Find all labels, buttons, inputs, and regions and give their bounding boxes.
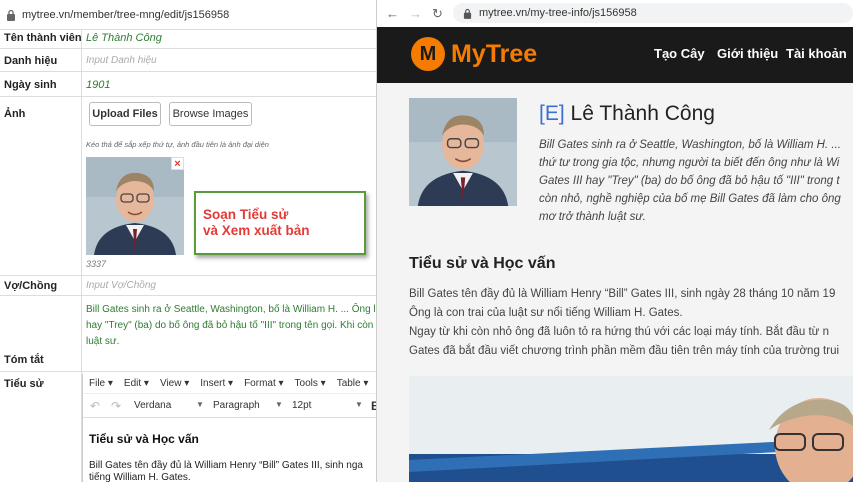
editor-line: Bill Gates tên đầy đủ là William Henry “…	[89, 460, 363, 471]
lock-icon	[463, 8, 472, 19]
spouse-label: Vợ/Chồng	[4, 280, 58, 292]
menu-view[interactable]: View ▾	[160, 378, 189, 389]
left-url-text: mytree.vn/member/tree-mng/edit/js156958	[22, 8, 230, 21]
menu-insert[interactable]: Insert ▾	[200, 378, 233, 389]
remove-photo-icon[interactable]: ×	[171, 157, 184, 170]
photo-thumbnail[interactable]	[86, 157, 184, 255]
font-family-select[interactable]: Verdana	[134, 400, 171, 411]
right-url-text: mytree.vn/my-tree-info/js156958	[479, 7, 637, 19]
profile-portrait	[409, 98, 517, 206]
profile-summary: Bill Gates sinh ra ở Seattle, Washington…	[539, 136, 853, 226]
birth-value[interactable]: 1901	[86, 79, 110, 91]
menu-file[interactable]: File ▾	[89, 378, 113, 389]
section-line: Bill Gates tên đầy đủ là William Henry “…	[409, 288, 836, 300]
article-photo-image	[409, 376, 853, 482]
callout-line-2: và Xem xuất bản	[203, 223, 310, 238]
font-size-select[interactable]: 12pt	[292, 400, 311, 411]
logo-text[interactable]: MyTree	[451, 40, 537, 69]
chevron-down-icon: ▼	[355, 400, 363, 409]
menu-table[interactable]: Table ▾	[337, 378, 369, 389]
editor-menubar: File ▾ Edit ▾ View ▾ Insert ▾ Format ▾ T…	[83, 374, 376, 394]
name-label: Tên thành viên	[4, 32, 82, 44]
editor-heading: Tiểu sử và Học vấn	[89, 432, 199, 446]
menu-edit[interactable]: Edit ▾	[124, 378, 149, 389]
right-address-bar[interactable]: mytree.vn/my-tree-info/js156958	[453, 3, 853, 23]
title-label: Danh hiệu	[4, 55, 58, 67]
birth-label: Ngày sinh	[4, 79, 57, 91]
left-admin-pane: mytree.vn/member/tree-mng/edit/js156958 …	[0, 0, 377, 482]
menu-format[interactable]: Format ▾	[244, 378, 283, 389]
site-header: M MyTree Tạo Cây Giới thiệu Tài khoản	[377, 27, 853, 83]
nav-create-tree[interactable]: Tạo Cây	[654, 46, 705, 61]
summary-line: Bill Gates sinh ra ở Seattle, Washington…	[86, 304, 376, 315]
birth-row: Ngày sinh 1901	[0, 72, 376, 97]
title-input[interactable]: Input Danh hiệu	[86, 55, 157, 66]
section-paragraph: Bill Gates tên đầy đủ là William Henry “…	[409, 285, 853, 361]
profile-name-text: Lê Thành Công	[570, 102, 715, 125]
nav-about[interactable]: Giới thiệu	[717, 46, 778, 61]
summary-label: Tóm tắt	[4, 354, 44, 366]
section-line: Ông là con trai của luật sư nổi tiếng Wi…	[409, 307, 683, 319]
block-format-select[interactable]: Paragraph	[213, 400, 260, 411]
editor-paragraph: Bill Gates tên đầy đủ là William Henry “…	[89, 460, 376, 482]
reload-icon[interactable]: ↻	[432, 6, 443, 22]
annotation-callout: Soạn Tiểu sử và Xem xuất bản	[194, 191, 366, 255]
logo-mark: M	[419, 42, 437, 65]
upload-files-button[interactable]: Upload Files	[89, 102, 161, 126]
bio-label: Tiểu sử	[4, 378, 44, 390]
summary-line: Gates III hay "Trey" (ba) do bố ông đã b…	[539, 175, 840, 187]
forward-icon[interactable]: →	[409, 6, 422, 21]
menu-tools[interactable]: Tools ▾	[295, 378, 326, 389]
section-line: Ngay từ khi còn nhỏ ông đã luôn tỏ ra hứ…	[409, 326, 829, 338]
photo-label: Ảnh	[4, 108, 26, 120]
undo-icon[interactable]: ↶	[90, 399, 100, 413]
article-photo	[409, 376, 853, 482]
portrait-image	[86, 157, 184, 255]
screenshot-root: mytree.vn/member/tree-mng/edit/js156958 …	[0, 0, 853, 482]
title-row: Danh hiệu Input Danh hiệu	[0, 49, 376, 72]
photo-id: 3337	[86, 259, 107, 269]
chevron-down-icon: ▼	[275, 400, 283, 409]
profile-name: [E] Lê Thành Công	[539, 102, 715, 126]
summary-line: thứ tư trong gia tộc, nhưng người ta biế…	[539, 157, 840, 169]
summary-line: luật sư.	[86, 336, 120, 347]
left-address-bar[interactable]: mytree.vn/member/tree-mng/edit/js156958	[0, 0, 376, 30]
logo-icon[interactable]: M	[411, 37, 445, 71]
rich-text-editor[interactable]: File ▾ Edit ▾ View ▾ Insert ▾ Format ▾ T…	[82, 374, 376, 482]
summary-textarea[interactable]: Bill Gates sinh ra ở Seattle, Washington…	[86, 302, 376, 350]
profile-content: [E] Lê Thành Công Bill Gates sinh ra ở S…	[377, 83, 853, 482]
back-icon[interactable]: ←	[386, 6, 399, 21]
lock-icon	[7, 9, 15, 21]
summary-line: Bill Gates sinh ra ở Seattle, Washington…	[539, 139, 841, 151]
portrait-image	[409, 98, 517, 206]
name-value[interactable]: Lê Thành Công	[86, 32, 162, 44]
section-heading: Tiểu sử và Học vấn	[409, 255, 556, 272]
summary-line: hay "Trey" (ba) do bố ông đã bỏ hậu tố "…	[86, 320, 376, 331]
edit-tag[interactable]: [E]	[539, 102, 565, 125]
nav-account[interactable]: Tài khoản	[786, 46, 847, 61]
right-preview-pane: ← → ↻ mytree.vn/my-tree-info/js156958 M …	[377, 0, 853, 482]
right-browser-bar: ← → ↻ mytree.vn/my-tree-info/js156958	[377, 0, 853, 27]
chevron-down-icon: ▼	[196, 400, 204, 409]
name-row: Tên thành viên Lê Thành Công	[0, 30, 376, 49]
browse-images-button[interactable]: Browse Images	[169, 102, 252, 126]
spouse-row: Vợ/Chồng Input Vợ/Chồng	[0, 276, 376, 296]
spouse-input[interactable]: Input Vợ/Chồng	[86, 280, 156, 291]
summary-line: mơ trở thành luật sư.	[539, 211, 646, 223]
section-line: Gates đã bắt đầu viết chương trình phần …	[409, 345, 840, 357]
editor-line: tiếng William H. Gates.	[89, 472, 191, 482]
callout-line-1: Soạn Tiểu sử	[203, 207, 289, 222]
redo-icon[interactable]: ↷	[111, 399, 121, 413]
photo-hint: Kéo thả để sắp xếp thứ tự, ảnh đầu tiên …	[86, 140, 269, 149]
editor-toolbar: ↶ ↷ Verdana ▼ Paragraph ▼ 12pt ▼ B	[83, 394, 376, 418]
summary-line: còn nhỏ, nghề nghiệp của bố mẹ Bill Gate…	[539, 193, 841, 205]
